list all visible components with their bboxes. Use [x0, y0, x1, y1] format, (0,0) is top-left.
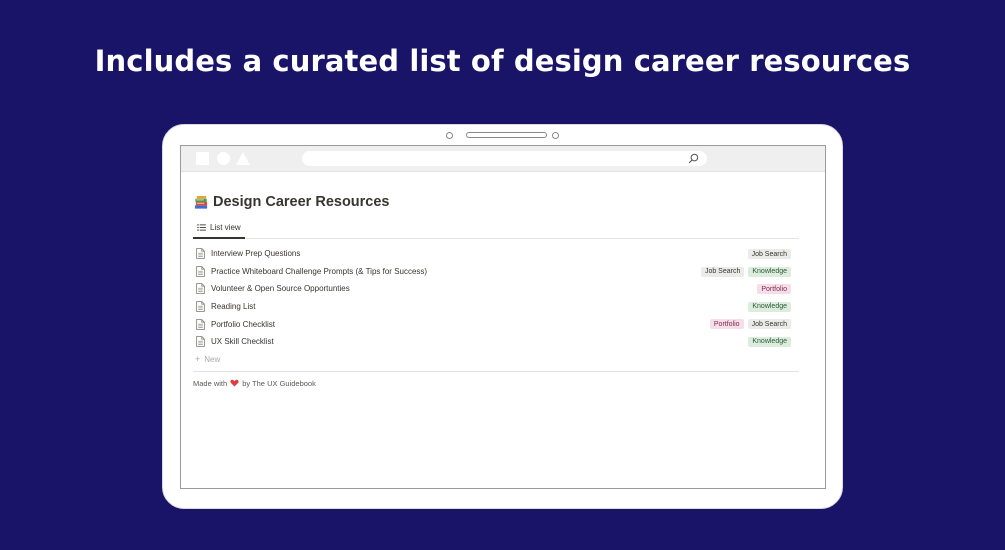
circle-shape-icon — [217, 152, 230, 165]
footer-text-after: by The UX Guidebook — [242, 378, 316, 388]
new-item-button[interactable]: + New — [193, 351, 799, 368]
tag-badge: Job Search — [700, 266, 745, 277]
tab-label: List view — [210, 222, 241, 232]
tag-badge: Job Search — [747, 319, 791, 330]
plus-icon: + — [195, 354, 201, 365]
document-icon — [196, 266, 205, 277]
tag-badge: Knowledge — [748, 266, 791, 277]
tag-badge: Job Search — [747, 249, 791, 259]
tag-badge: Portfolio — [709, 319, 744, 330]
tag-badge: Knowledge — [748, 301, 791, 312]
page-title-row: Design Career Resources — [194, 194, 799, 210]
speaker-bar — [466, 132, 547, 138]
browser-toolbar — [181, 146, 825, 172]
screen: Design Career Resources List view Interv… — [180, 145, 826, 489]
camera-dot-left — [446, 132, 453, 139]
tag-group: Job Search — [747, 249, 791, 259]
list-rows: Interview Prep Questions Job Search Practi… — [193, 245, 799, 351]
tag-group: Knowledge — [748, 301, 791, 312]
search-icon[interactable] — [688, 153, 699, 164]
heart-icon — [230, 379, 239, 387]
list-icon — [197, 223, 206, 231]
new-label: New — [204, 354, 221, 364]
footer-text-before: Made with — [193, 378, 228, 388]
view-tabs: List view — [193, 220, 799, 239]
url-bar[interactable] — [302, 151, 707, 166]
divider — [193, 370, 799, 372]
headline: Includes a curated list of design career… — [94, 44, 911, 78]
list-item-label: UX Skill Checklist — [211, 337, 274, 347]
tag-badge: Portfolio — [757, 284, 791, 295]
list-item[interactable]: UX Skill Checklist Knowledge — [193, 333, 799, 351]
square-shape-icon — [196, 152, 209, 165]
tablet-frame: Design Career Resources List view Interv… — [162, 124, 843, 509]
camera-dot-right — [552, 132, 559, 139]
list-item[interactable]: Volunteer & Open Source Opportunties Port… — [193, 280, 799, 298]
list-item-label: Reading List — [211, 302, 256, 312]
page-title: Design Career Resources — [213, 194, 390, 210]
document-icon — [196, 336, 205, 348]
list-item-label: Volunteer & Open Source Opportunties — [211, 284, 350, 294]
document-icon — [196, 248, 205, 260]
tag-group: Job Search Knowledge — [700, 266, 791, 277]
footer: Made with by The UX Guidebook — [193, 379, 799, 388]
tag-group: Portfolio — [757, 284, 791, 295]
notion-page: Design Career Resources List view Interv… — [181, 194, 825, 388]
list-item[interactable]: Practice Whiteboard Challenge Prompts (&… — [193, 263, 799, 281]
document-icon — [196, 318, 205, 330]
tab-list-view[interactable]: List view — [193, 220, 245, 239]
list-item[interactable]: Portfolio Checklist Portfolio Job Search — [193, 315, 799, 333]
list-item-label: Interview Prep Questions — [211, 249, 301, 259]
document-icon — [196, 283, 205, 295]
list-item[interactable]: Interview Prep Questions Job Search — [193, 245, 799, 263]
triangle-shape-icon — [236, 152, 250, 165]
tag-group: Knowledge — [748, 336, 791, 347]
document-icon — [196, 301, 205, 312]
tag-group: Portfolio Job Search — [709, 319, 791, 330]
tag-badge: Knowledge — [748, 336, 791, 347]
books-icon — [194, 195, 208, 209]
list-item[interactable]: Reading List Knowledge — [193, 298, 799, 316]
